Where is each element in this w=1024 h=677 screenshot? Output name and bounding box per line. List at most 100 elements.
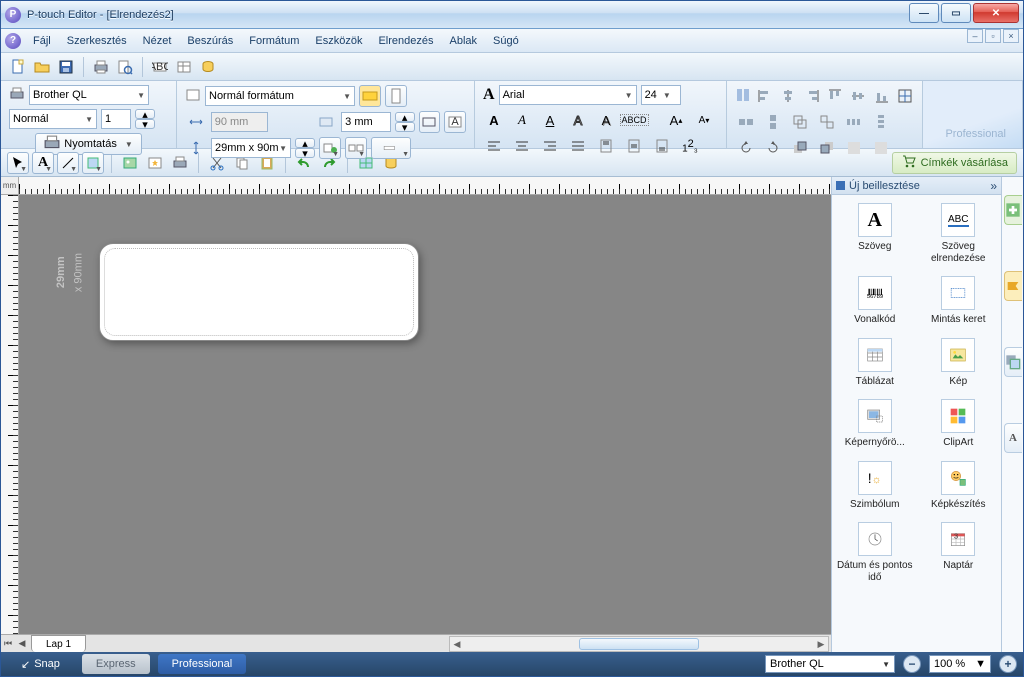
text-tool-button2[interactable]: A▼ <box>32 152 54 174</box>
copies-down-button[interactable]: ▾ <box>135 119 155 129</box>
database-button[interactable] <box>173 56 195 78</box>
paper-margin-input[interactable]: 3 mm <box>341 112 390 132</box>
frame-button[interactable]: ABCD <box>623 109 645 131</box>
rail-tab-properties[interactable] <box>1004 271 1022 301</box>
mode-professional-button[interactable]: Professional <box>158 654 247 674</box>
align-center-button[interactable] <box>511 135 533 157</box>
frame-rect-button[interactable] <box>419 111 441 133</box>
stack-h-button[interactable] <box>735 111 757 133</box>
window-minimize-button[interactable]: — <box>909 3 939 23</box>
align-right-button[interactable] <box>539 135 561 157</box>
lock-button[interactable] <box>843 137 865 159</box>
mdi-close-button[interactable]: × <box>1003 29 1019 43</box>
copies-input[interactable]: 1 <box>101 109 131 129</box>
length-button[interactable]: ▼ <box>371 137 411 159</box>
mdi-minimize-button[interactable]: – <box>967 29 983 43</box>
insert-imagecreate-item[interactable]: Képkészítés <box>918 461 1000 511</box>
insert-barcode-item[interactable]: 4567890Vonalkód <box>834 276 916 326</box>
menu-tools[interactable]: Eszközök <box>307 32 370 50</box>
zoom-in-button[interactable]: + <box>999 655 1017 673</box>
size-down-button[interactable]: ▾ <box>295 148 315 158</box>
side-panel-header[interactable]: Új beillesztése » <box>832 177 1001 195</box>
paper-width-input[interactable]: 90 mm <box>211 112 268 132</box>
menu-window[interactable]: Ablak <box>442 32 486 50</box>
insert-table-item[interactable]: Táblázat <box>834 338 916 388</box>
mode-snap-button[interactable]: ↙Snap <box>7 654 74 674</box>
group-button[interactable] <box>789 111 811 133</box>
underline-button[interactable]: A <box>539 109 561 131</box>
insert-textlayout-item[interactable]: ABCSzöveg elrendezése <box>918 203 1000 264</box>
align-left-button[interactable] <box>483 135 505 157</box>
sheet-tab-1[interactable]: Lap 1 <box>31 635 86 652</box>
insert-text-item[interactable]: ASzöveg <box>834 203 916 264</box>
outline-button[interactable]: A <box>567 109 589 131</box>
orientation-landscape-button[interactable] <box>359 85 381 107</box>
italic-button[interactable]: A <box>511 109 533 131</box>
hscroll-left-button[interactable]: ◀ <box>450 637 464 651</box>
paper-format-select[interactable]: Normál formátum▼ <box>205 86 355 106</box>
window-maximize-button[interactable]: ▭ <box>941 3 971 23</box>
window-close-button[interactable]: ✕ <box>973 3 1019 23</box>
shape-tool-button[interactable]: ▼ <box>82 152 104 174</box>
valign-top-button[interactable] <box>595 135 617 157</box>
rail-tab-insert[interactable] <box>1004 195 1022 225</box>
canvas[interactable]: 29mmx 90mm <box>19 195 831 634</box>
mode-express-button[interactable]: Express <box>82 654 150 674</box>
text-tool-button[interactable]: ABC <box>149 56 171 78</box>
app-menu-icon[interactable]: ? <box>5 33 21 49</box>
frame-text-button[interactable]: A <box>444 111 466 133</box>
printer-select[interactable]: Brother QL▼ <box>29 85 149 105</box>
align-justify-button[interactable] <box>567 135 589 157</box>
bring-front-button[interactable] <box>789 137 811 159</box>
insert-calendar-item[interactable]: 3Naptár <box>918 522 1000 583</box>
rotate-right-button[interactable] <box>762 137 784 159</box>
shadow-button[interactable]: A <box>595 109 617 131</box>
send-back-button[interactable] <box>816 137 838 159</box>
split-button[interactable]: ▼ <box>345 137 367 159</box>
font-name-select[interactable]: Arial▼ <box>499 85 637 105</box>
valign-mid-button[interactable] <box>623 135 645 157</box>
open-button[interactable] <box>31 56 53 78</box>
distribute-button[interactable] <box>896 85 914 107</box>
menu-help[interactable]: Súgó <box>485 32 527 50</box>
sheet-first-button[interactable]: ⏮ <box>1 636 15 652</box>
spacing-button[interactable]: 12₃ <box>679 135 701 157</box>
ungroup-button[interactable] <box>816 111 838 133</box>
rail-tab-text[interactable]: A <box>1004 423 1022 453</box>
align-obj-mid-button[interactable] <box>849 85 867 107</box>
insert-image-item[interactable]: Kép <box>918 338 1000 388</box>
margin-down-button[interactable]: ▾ <box>395 122 415 132</box>
hscroll-right-button[interactable]: ▶ <box>814 637 828 651</box>
insert-frame-item[interactable]: Mintás keret <box>918 276 1000 326</box>
print-mode-select[interactable]: Normál▼ <box>9 109 97 129</box>
pointer-tool-button[interactable]: ▼ <box>7 152 29 174</box>
print-button[interactable] <box>90 56 112 78</box>
hscroll-thumb[interactable] <box>579 638 699 650</box>
grid-button[interactable] <box>870 137 892 159</box>
align-obj-left-button[interactable] <box>756 85 774 107</box>
dist-v-button[interactable] <box>870 111 892 133</box>
rotate-left-button[interactable] <box>735 137 757 159</box>
insert-screenshot-item[interactable]: Képernyőrö... <box>834 399 916 449</box>
dist-h-button[interactable] <box>843 111 865 133</box>
menu-edit[interactable]: Szerkesztés <box>59 32 135 50</box>
zoom-out-button[interactable]: − <box>903 655 921 673</box>
menu-insert[interactable]: Beszúrás <box>179 32 241 50</box>
align-obj-center-button[interactable] <box>779 85 797 107</box>
side-panel-more-icon[interactable]: » <box>990 179 997 193</box>
sheet-prev-button[interactable]: ◀ <box>15 636 29 652</box>
insert-datetime-item[interactable]: Dátum és pontos idő <box>834 522 916 583</box>
zoom-value-select[interactable]: 100 %▼ <box>929 655 991 673</box>
stack-v-button[interactable] <box>762 111 784 133</box>
insert-clipart-item[interactable]: ClipArt <box>918 399 1000 449</box>
feed-button[interactable]: ▼ <box>319 137 341 159</box>
bold-button[interactable]: A <box>483 109 505 131</box>
font-shrink-button[interactable]: A▾ <box>693 109 715 131</box>
align-obj-bot-button[interactable] <box>872 85 890 107</box>
menu-layout[interactable]: Elrendezés <box>370 32 441 50</box>
align-obj-right-button[interactable] <box>803 85 821 107</box>
menu-file[interactable]: Fájl <box>25 32 59 50</box>
rail-tab-layers[interactable] <box>1004 347 1022 377</box>
mdi-restore-button[interactable]: ▫ <box>985 29 1001 43</box>
new-button[interactable] <box>7 56 29 78</box>
